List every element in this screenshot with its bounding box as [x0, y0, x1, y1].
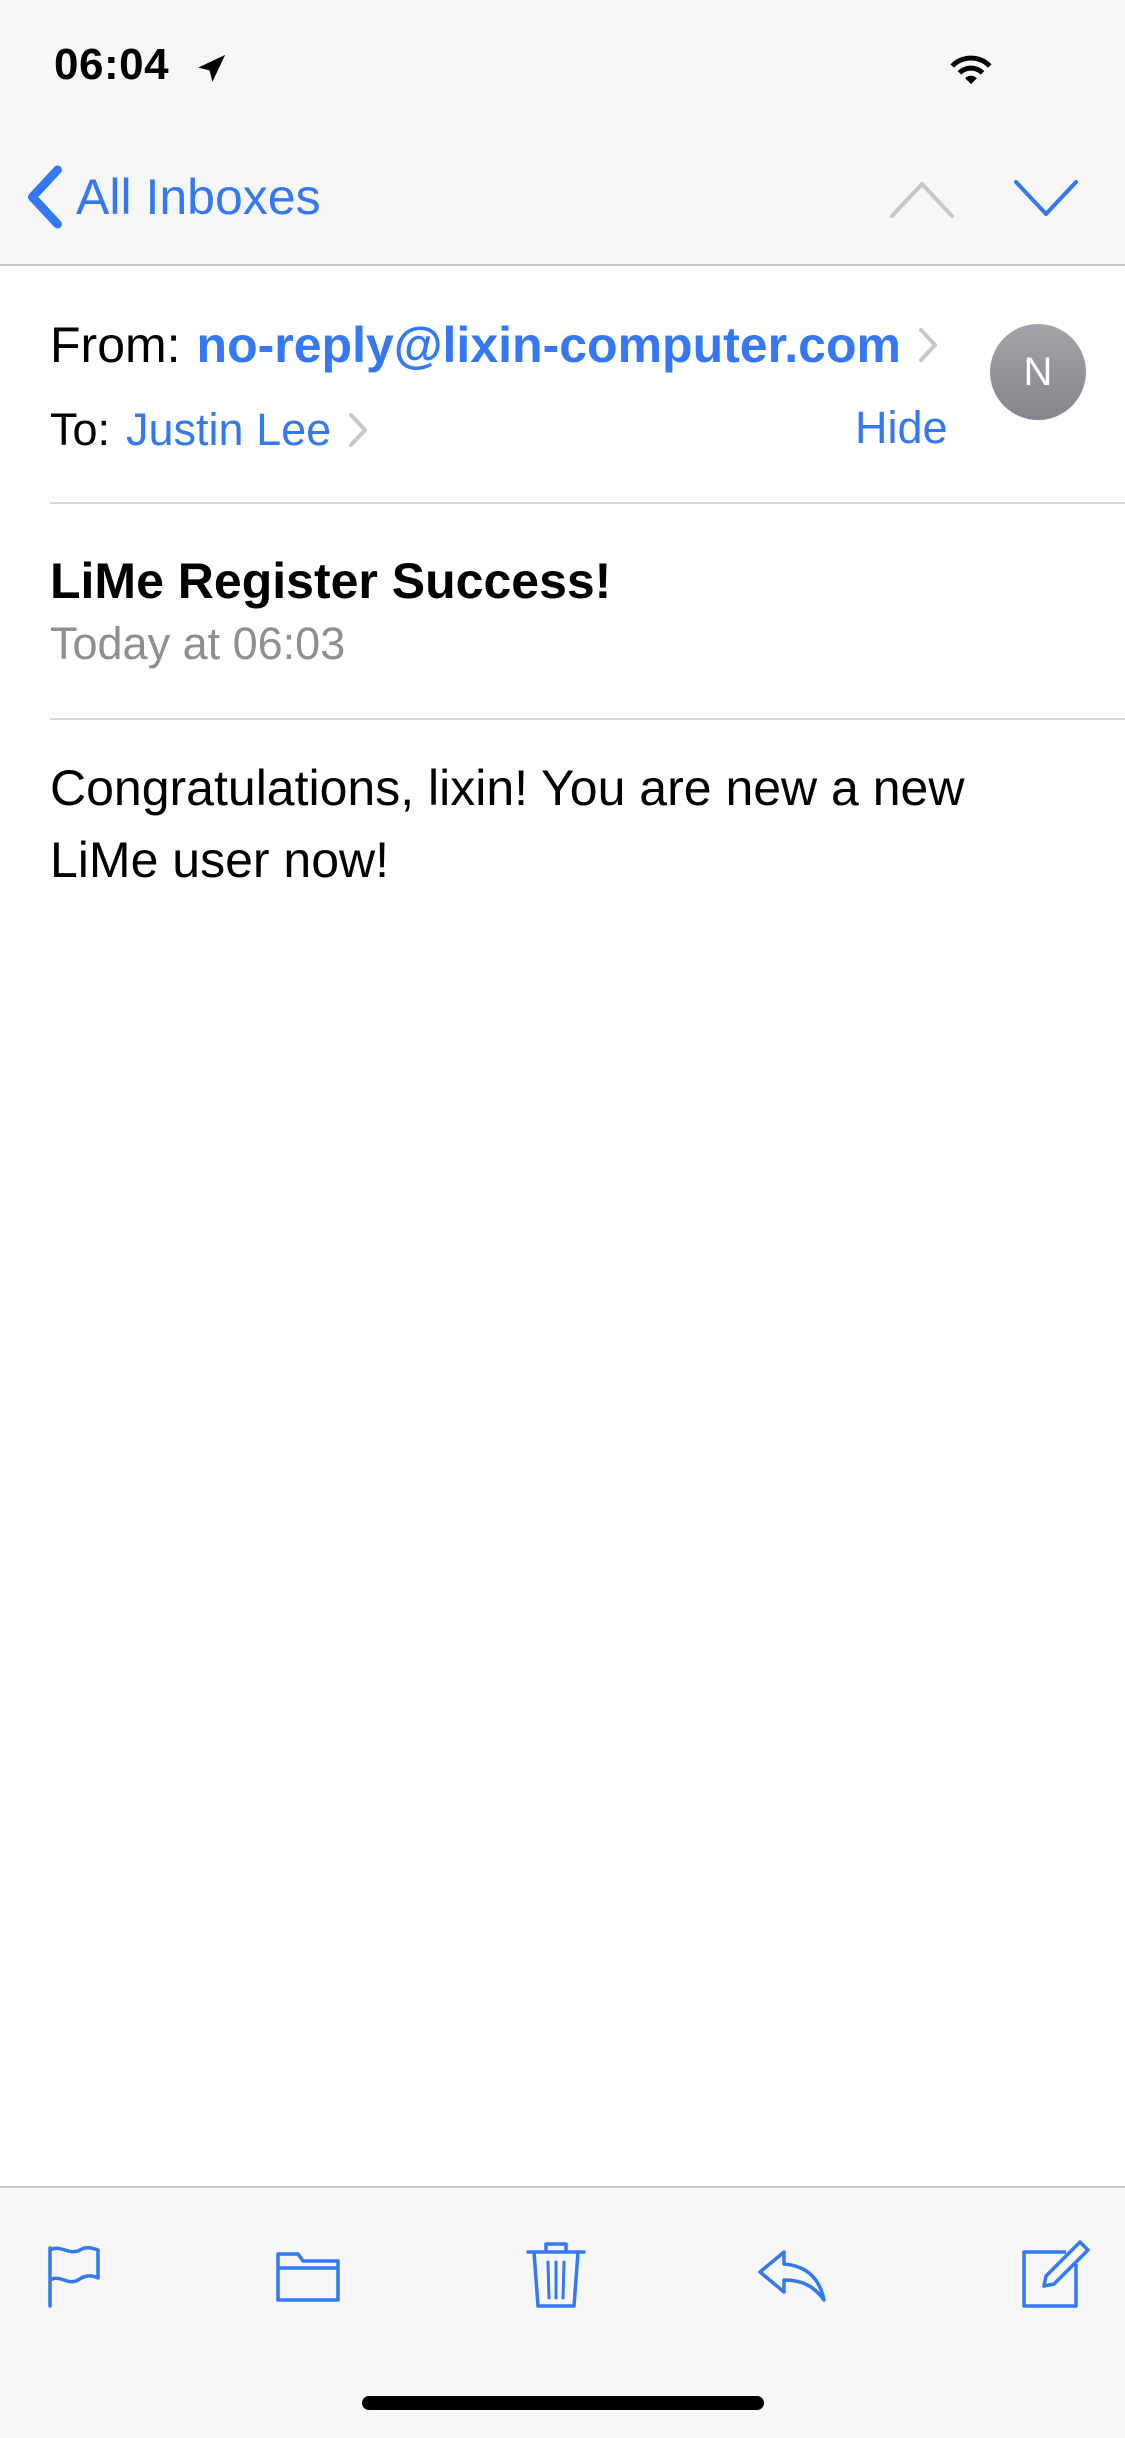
from-row: From: no-reply@lixin-computer.com — [50, 316, 939, 374]
flag-icon[interactable] — [32, 2234, 112, 2314]
chevron-up-icon[interactable] — [888, 176, 956, 220]
message-header: From: no-reply@lixin-computer.com To: Ju… — [0, 266, 1125, 504]
avatar-initial: N — [1023, 349, 1053, 394]
chevron-right-icon — [349, 413, 368, 447]
avatar[interactable]: N — [990, 324, 1086, 420]
to-row: To: Justin Lee — [50, 404, 369, 456]
chevron-left-icon — [27, 165, 62, 229]
message-subject: LiMe Register Success! — [50, 553, 612, 609]
to-label: To: — [50, 404, 111, 455]
from-label: From: — [50, 317, 181, 373]
divider — [50, 502, 1125, 504]
nav-bar: All Inboxes — [0, 132, 1125, 266]
status-bar: 06:04 — [0, 0, 1125, 132]
reply-icon[interactable] — [752, 2234, 832, 2314]
hide-button[interactable]: Hide — [855, 402, 948, 454]
recipient-name[interactable]: Justin Lee — [126, 404, 331, 456]
back-button[interactable]: All Inboxes — [24, 162, 321, 232]
back-label: All Inboxes — [76, 169, 321, 225]
chevron-down-icon[interactable] — [1012, 176, 1080, 220]
chevron-right-icon — [918, 328, 937, 362]
message-body: Congratulations, lixin! You are new a ne… — [50, 760, 965, 888]
location-arrow-icon — [198, 54, 226, 82]
sender-address[interactable]: no-reply@lixin-computer.com — [197, 316, 901, 374]
message-date: Today at 06:03 — [50, 618, 346, 669]
divider — [50, 718, 1125, 720]
trash-icon[interactable] — [516, 2234, 596, 2314]
status-time: 06:04 — [54, 40, 170, 89]
compose-icon[interactable] — [1014, 2234, 1094, 2314]
wifi-icon — [950, 55, 992, 85]
folder-icon[interactable] — [268, 2234, 348, 2314]
home-indicator[interactable] — [362, 2396, 764, 2410]
